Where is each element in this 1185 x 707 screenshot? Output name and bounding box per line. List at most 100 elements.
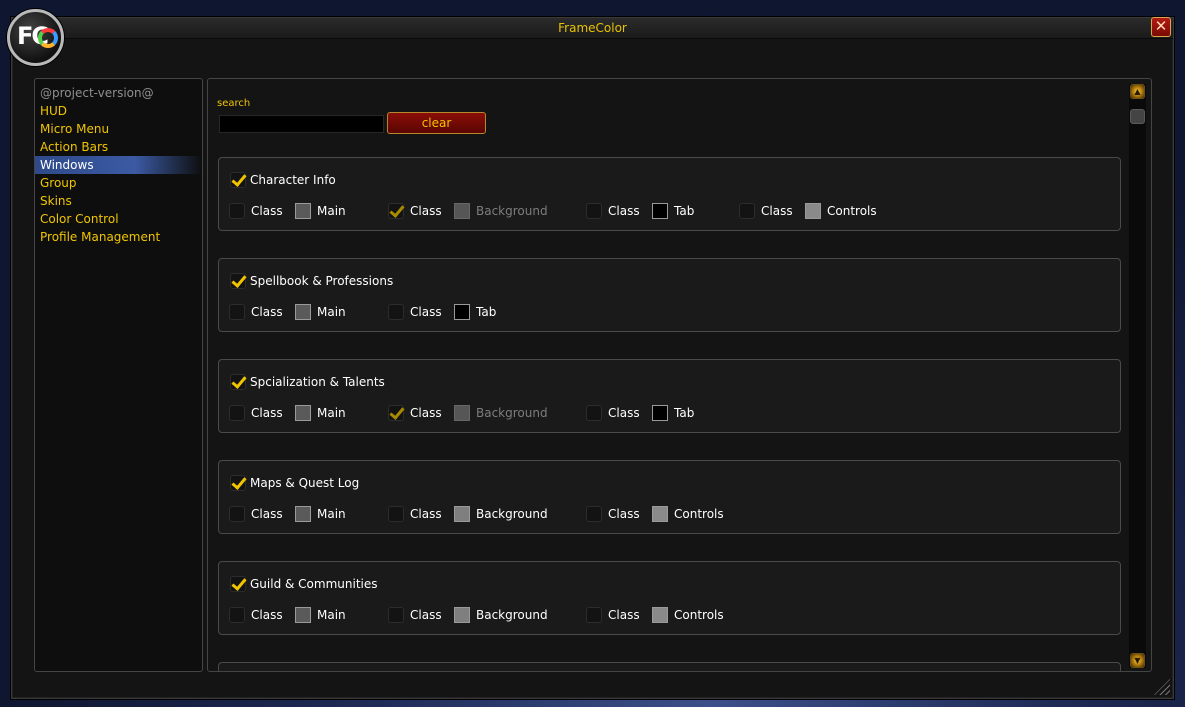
sidebar-item-action-bars[interactable]: Action Bars [35, 138, 202, 156]
sidebar-item-group[interactable]: Group [35, 174, 202, 192]
color-label: Background [476, 608, 548, 622]
class-color-option[interactable]: Class [229, 202, 283, 220]
class-color-option[interactable]: Class [388, 202, 442, 220]
class-label: Class [251, 305, 283, 319]
color-swatch[interactable] [295, 405, 311, 421]
option-group: Character Info Class Main Class Background Cl… [218, 157, 1121, 231]
class-color-checkbox[interactable] [229, 304, 245, 320]
color-swatch[interactable] [454, 405, 470, 421]
options-panel: search clear Character Info Class Main Clas… [207, 78, 1152, 672]
color-picker-option[interactable]: Tab [652, 202, 694, 220]
scroll-thumb[interactable] [1130, 109, 1145, 124]
class-color-option[interactable]: Class [586, 606, 640, 624]
color-picker-option[interactable]: Main [295, 505, 346, 523]
class-label: Class [410, 507, 442, 521]
class-label: Class [251, 507, 283, 521]
class-label: Class [410, 305, 442, 319]
color-swatch[interactable] [295, 304, 311, 320]
group-enable-checkbox[interactable] [230, 475, 246, 491]
color-swatch[interactable] [454, 607, 470, 623]
color-picker-option[interactable]: Controls [652, 505, 724, 523]
color-picker-option[interactable]: Tab [454, 303, 496, 321]
class-color-checkbox[interactable] [388, 304, 404, 320]
class-color-checkbox[interactable] [388, 506, 404, 522]
class-color-checkbox[interactable] [229, 607, 245, 623]
class-color-option[interactable]: Class [586, 202, 640, 220]
class-color-checkbox[interactable] [388, 203, 404, 219]
color-picker-option[interactable]: Background [454, 404, 548, 422]
color-swatch[interactable] [454, 304, 470, 320]
color-label: Background [476, 204, 548, 218]
sidebar-item-hud[interactable]: HUD [35, 102, 202, 120]
class-color-checkbox[interactable] [388, 405, 404, 421]
close-button[interactable]: ✕ [1151, 17, 1171, 37]
class-color-option[interactable]: Class [229, 303, 283, 321]
sidebar-item-micro-menu[interactable]: Micro Menu [35, 120, 202, 138]
color-picker-option[interactable]: Controls [805, 202, 877, 220]
scroll-up-button[interactable]: ▲ [1130, 84, 1145, 99]
sidebar-item-profile-management[interactable]: Profile Management [35, 228, 202, 246]
sidebar-item-skins[interactable]: Skins [35, 192, 202, 210]
option-group: Spcialization & Talents Class Main Class Bac… [218, 359, 1121, 433]
class-color-option[interactable]: Class [388, 606, 442, 624]
color-swatch[interactable] [454, 506, 470, 522]
class-color-checkbox[interactable] [229, 506, 245, 522]
color-picker-option[interactable]: Main [295, 303, 346, 321]
color-swatch[interactable] [652, 405, 668, 421]
class-color-option[interactable]: Class [388, 505, 442, 523]
color-picker-option[interactable]: Controls [652, 606, 724, 624]
class-color-checkbox[interactable] [586, 607, 602, 623]
class-color-checkbox[interactable] [229, 405, 245, 421]
class-color-option[interactable]: Class [229, 505, 283, 523]
color-swatch[interactable] [652, 607, 668, 623]
color-picker-option[interactable]: Tab [652, 404, 694, 422]
class-color-checkbox[interactable] [586, 506, 602, 522]
sidebar-item-color-control[interactable]: Color Control [35, 210, 202, 228]
group-enable-checkbox[interactable] [230, 172, 246, 188]
search-label: search [217, 98, 251, 109]
class-color-option[interactable]: Class [388, 303, 442, 321]
class-color-option[interactable]: Class [229, 606, 283, 624]
clear-button[interactable]: clear [387, 112, 486, 134]
color-swatch[interactable] [295, 203, 311, 219]
class-color-checkbox[interactable] [586, 405, 602, 421]
group-title: Character Info [250, 173, 336, 187]
search-input[interactable] [219, 115, 384, 133]
color-swatch[interactable] [652, 203, 668, 219]
color-swatch[interactable] [295, 607, 311, 623]
class-color-checkbox[interactable] [388, 607, 404, 623]
group-options: Class Main Class Background Class Tab [219, 404, 1120, 422]
resize-grip[interactable] [1154, 679, 1170, 695]
class-color-option[interactable]: Class [229, 404, 283, 422]
scrollbar[interactable]: ▲ ▼ [1129, 84, 1146, 668]
sidebar-item-windows[interactable]: Windows [35, 156, 202, 174]
color-swatch[interactable] [805, 203, 821, 219]
color-picker-option[interactable]: Main [295, 202, 346, 220]
color-picker-option[interactable]: Main [295, 404, 346, 422]
sidebar: @project-version@ HUD Micro Menu Action Ba… [34, 78, 203, 672]
color-swatch[interactable] [295, 506, 311, 522]
color-picker-option[interactable]: Main [295, 606, 346, 624]
color-picker-option[interactable]: Background [454, 202, 548, 220]
title-bar[interactable]: FrameColor ✕ [12, 17, 1173, 39]
class-color-checkbox[interactable] [586, 203, 602, 219]
class-color-option[interactable]: Class [586, 404, 640, 422]
framecolor-window: FrameColor ✕ @project-version@ HUD Micro … [11, 17, 1174, 699]
group-enable-checkbox[interactable] [230, 273, 246, 289]
color-swatch[interactable] [454, 203, 470, 219]
scroll-down-button[interactable]: ▼ [1130, 653, 1145, 668]
class-color-option[interactable]: Class [388, 404, 442, 422]
group-enable-checkbox[interactable] [230, 374, 246, 390]
class-label: Class [410, 204, 442, 218]
class-color-checkbox[interactable] [229, 203, 245, 219]
class-color-option[interactable]: Class [739, 202, 793, 220]
group-enable-checkbox[interactable] [230, 576, 246, 592]
color-picker-option[interactable]: Background [454, 606, 548, 624]
project-version: @project-version@ [40, 86, 154, 100]
class-color-option[interactable]: Class [586, 505, 640, 523]
color-picker-option[interactable]: Background [454, 505, 548, 523]
color-label: Tab [476, 305, 497, 319]
class-color-checkbox[interactable] [739, 203, 755, 219]
color-label: Controls [674, 507, 724, 521]
color-swatch[interactable] [652, 506, 668, 522]
